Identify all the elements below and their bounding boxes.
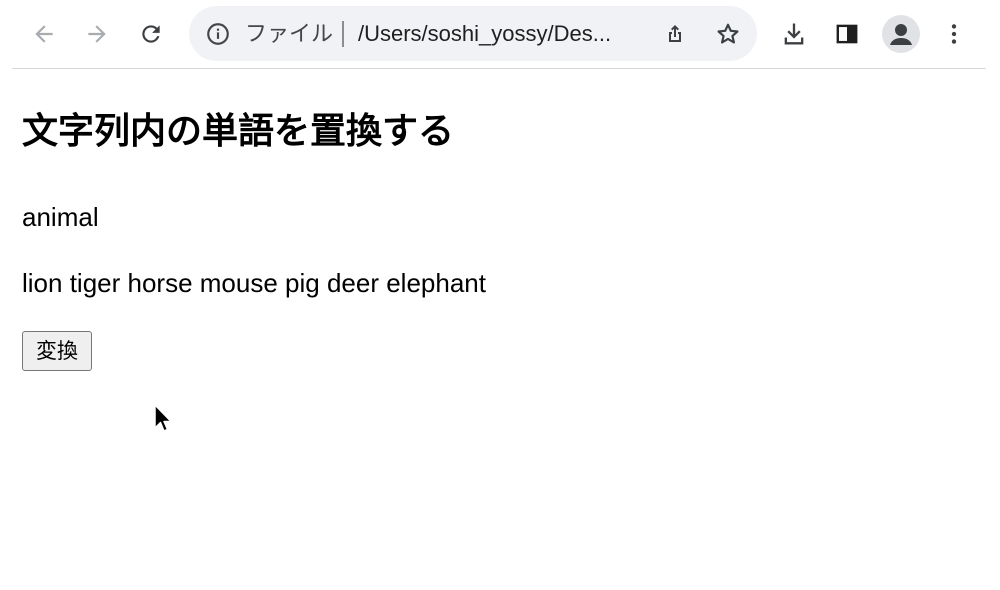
browser-menu-button[interactable] bbox=[937, 17, 971, 51]
browser-toolbar: ファイル /Users/soshi_yossy/Des... bbox=[0, 0, 1000, 68]
info-icon[interactable] bbox=[205, 21, 231, 47]
mouse-cursor-icon bbox=[154, 404, 172, 432]
star-icon bbox=[717, 23, 739, 44]
address-bar[interactable]: ファイル /Users/soshi_yossy/Des... bbox=[189, 6, 757, 61]
download-icon bbox=[784, 23, 804, 45]
url-text[interactable]: /Users/soshi_yossy/Des... bbox=[358, 19, 646, 49]
profile-icon bbox=[890, 24, 912, 45]
reload-button[interactable] bbox=[134, 17, 168, 51]
arrow-right-icon bbox=[88, 25, 106, 43]
side-panel-icon bbox=[836, 24, 858, 44]
convert-button[interactable]: 変換 bbox=[22, 331, 92, 371]
sentence-text: lion tiger horse mouse pig deer elephant bbox=[22, 268, 486, 298]
share-icon bbox=[669, 25, 681, 42]
back-button[interactable] bbox=[27, 17, 61, 51]
omnibox-separator bbox=[342, 21, 344, 47]
security-chip-label[interactable]: ファイル bbox=[245, 19, 333, 49]
category-text: animal bbox=[22, 202, 99, 232]
page-title: 文字列内の単語を置換する bbox=[22, 111, 455, 152]
reload-icon bbox=[142, 25, 160, 43]
kebab-menu-icon bbox=[951, 24, 957, 44]
toolbar-divider bbox=[12, 68, 986, 69]
side-panel-button[interactable] bbox=[830, 17, 864, 51]
share-button[interactable] bbox=[660, 19, 690, 49]
forward-button[interactable] bbox=[80, 17, 114, 51]
bookmark-button[interactable] bbox=[713, 19, 743, 49]
arrow-left-icon bbox=[35, 25, 53, 43]
download-button[interactable] bbox=[777, 17, 811, 51]
profile-button[interactable] bbox=[882, 15, 920, 53]
